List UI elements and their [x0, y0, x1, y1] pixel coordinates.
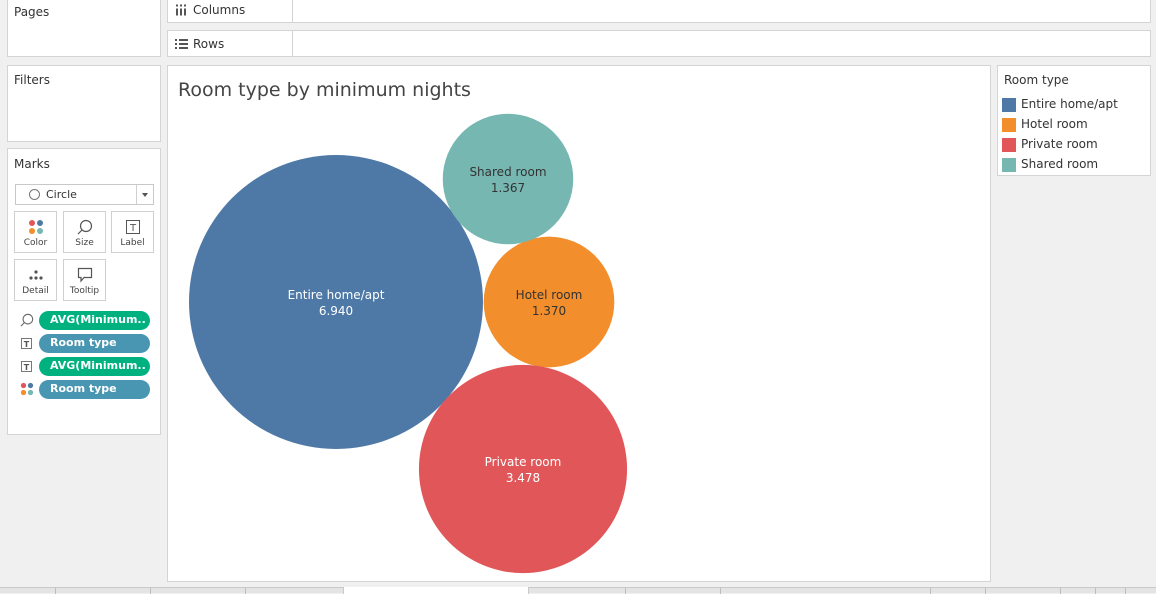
bubble-hotel-room[interactable]: Hotel room 1.370	[483, 236, 615, 368]
marks-pill-color[interactable]: Room type	[20, 380, 152, 399]
columns-shelf-label: Columns	[168, 0, 293, 22]
mark-type-value: Circle	[46, 188, 77, 201]
filters-card[interactable]: Filters	[7, 65, 161, 142]
tab-divider	[55, 588, 56, 594]
label-icon: T	[21, 361, 32, 372]
label-button[interactable]: T Label	[111, 211, 154, 253]
color-icon	[28, 220, 43, 234]
bubble-entire-home-apt[interactable]: Entire home/apt 6.940	[189, 155, 483, 449]
bubble-mark[interactable]	[483, 236, 615, 368]
bubble-mark[interactable]	[442, 113, 574, 245]
label-icon: T	[125, 220, 140, 234]
legend-item-private-room[interactable]: Private room	[1002, 136, 1147, 154]
bubble-mark[interactable]	[418, 364, 628, 574]
legend-item-entire-home[interactable]: Entire home/apt	[1002, 96, 1147, 114]
mark-type-dropdown[interactable]: Circle	[15, 184, 154, 205]
size-button[interactable]: Size	[63, 211, 106, 253]
tooltip-icon	[77, 267, 92, 283]
legend-title: Room type	[1004, 73, 1069, 87]
label-field-pill[interactable]: AVG(Minimum..	[39, 357, 150, 376]
legend-label: Shared room	[1021, 157, 1099, 171]
rows-shelf[interactable]: Rows	[167, 30, 1151, 57]
legend-label: Hotel room	[1021, 117, 1088, 131]
rows-label: Rows	[193, 36, 225, 51]
color-button-label: Color	[23, 238, 48, 248]
rows-icon	[175, 38, 188, 49]
tooltip-button-label: Tooltip	[69, 286, 100, 296]
color-icon	[20, 382, 34, 396]
pages-title: Pages	[14, 5, 50, 19]
size-button-label: Size	[75, 238, 94, 248]
bubble-value-label: 1.370	[532, 304, 566, 318]
tab-divider	[1125, 588, 1126, 594]
detail-button-label: Detail	[22, 286, 49, 296]
legend-label: Entire home/apt	[1021, 97, 1118, 111]
columns-icon	[176, 4, 186, 15]
tab-divider	[985, 588, 986, 594]
legend-item-shared-room[interactable]: Shared room	[1002, 156, 1147, 174]
bubble-shared-room[interactable]: Shared room 1.367	[442, 113, 574, 245]
tab-divider	[720, 588, 721, 594]
tooltip-button[interactable]: Tooltip	[63, 259, 106, 301]
label-icon: T	[21, 338, 32, 349]
svg-text:T: T	[128, 223, 136, 234]
bubble-chart: Entire home/apt 6.940 Hotel room 1.370 Priva…	[189, 113, 628, 574]
legend-item-hotel-room[interactable]: Hotel room	[1002, 116, 1147, 134]
detail-icon	[28, 270, 43, 280]
size-field-pill[interactable]: AVG(Minimum..	[39, 311, 150, 330]
label-field-pill[interactable]: Room type	[39, 334, 150, 353]
bubble-value-label: 3.478	[506, 471, 540, 485]
color-field-pill[interactable]: Room type	[39, 380, 150, 399]
color-button[interactable]: Color	[14, 211, 57, 253]
filters-title: Filters	[14, 73, 50, 87]
tab-divider	[1095, 588, 1096, 594]
bubble-mark[interactable]	[189, 155, 483, 449]
columns-shelf[interactable]: Columns	[167, 0, 1151, 23]
bubble-category-label: Hotel room	[516, 288, 583, 302]
tab-divider	[625, 588, 626, 594]
color-legend: Room type Entire home/apt Hotel room Pri…	[997, 65, 1151, 176]
bubble-category-label: Private room	[485, 455, 562, 469]
size-icon	[20, 313, 34, 327]
pages-card[interactable]: Pages	[7, 0, 161, 57]
tab-divider	[150, 588, 151, 594]
legend-swatch	[1002, 118, 1016, 132]
marks-title: Marks	[14, 157, 50, 171]
legend-swatch	[1002, 138, 1016, 152]
marks-pill-label-2[interactable]: T AVG(Minimum..	[20, 357, 152, 376]
size-icon	[77, 219, 92, 235]
circle-icon	[29, 189, 40, 200]
tab-divider	[245, 588, 246, 594]
tab-divider	[1060, 588, 1061, 594]
legend-swatch	[1002, 98, 1016, 112]
marks-pill-size[interactable]: AVG(Minimum..	[20, 311, 152, 330]
rows-shelf-label: Rows	[168, 31, 293, 56]
tab-divider	[930, 588, 931, 594]
label-button-label: Label	[120, 238, 145, 248]
legend-label: Private room	[1021, 137, 1098, 151]
chevron-down-icon[interactable]	[136, 185, 153, 204]
sheet-tab-bar[interactable]	[0, 587, 1156, 594]
bubble-value-label: 1.367	[491, 181, 525, 195]
columns-label: Columns	[193, 2, 246, 17]
bubble-private-room[interactable]: Private room 3.478	[418, 364, 628, 574]
bubble-value-label: 6.940	[319, 304, 353, 318]
legend-swatch	[1002, 158, 1016, 172]
bubble-category-label: Shared room	[469, 165, 546, 179]
bubble-category-label: Entire home/apt	[288, 288, 385, 302]
marks-card: Marks Circle Color Size T Label Detail T…	[7, 148, 161, 435]
worksheet: Room type by minimum nights Entire home/…	[167, 65, 991, 582]
marks-pill-label-1[interactable]: T Room type	[20, 334, 152, 353]
detail-button[interactable]: Detail	[14, 259, 57, 301]
